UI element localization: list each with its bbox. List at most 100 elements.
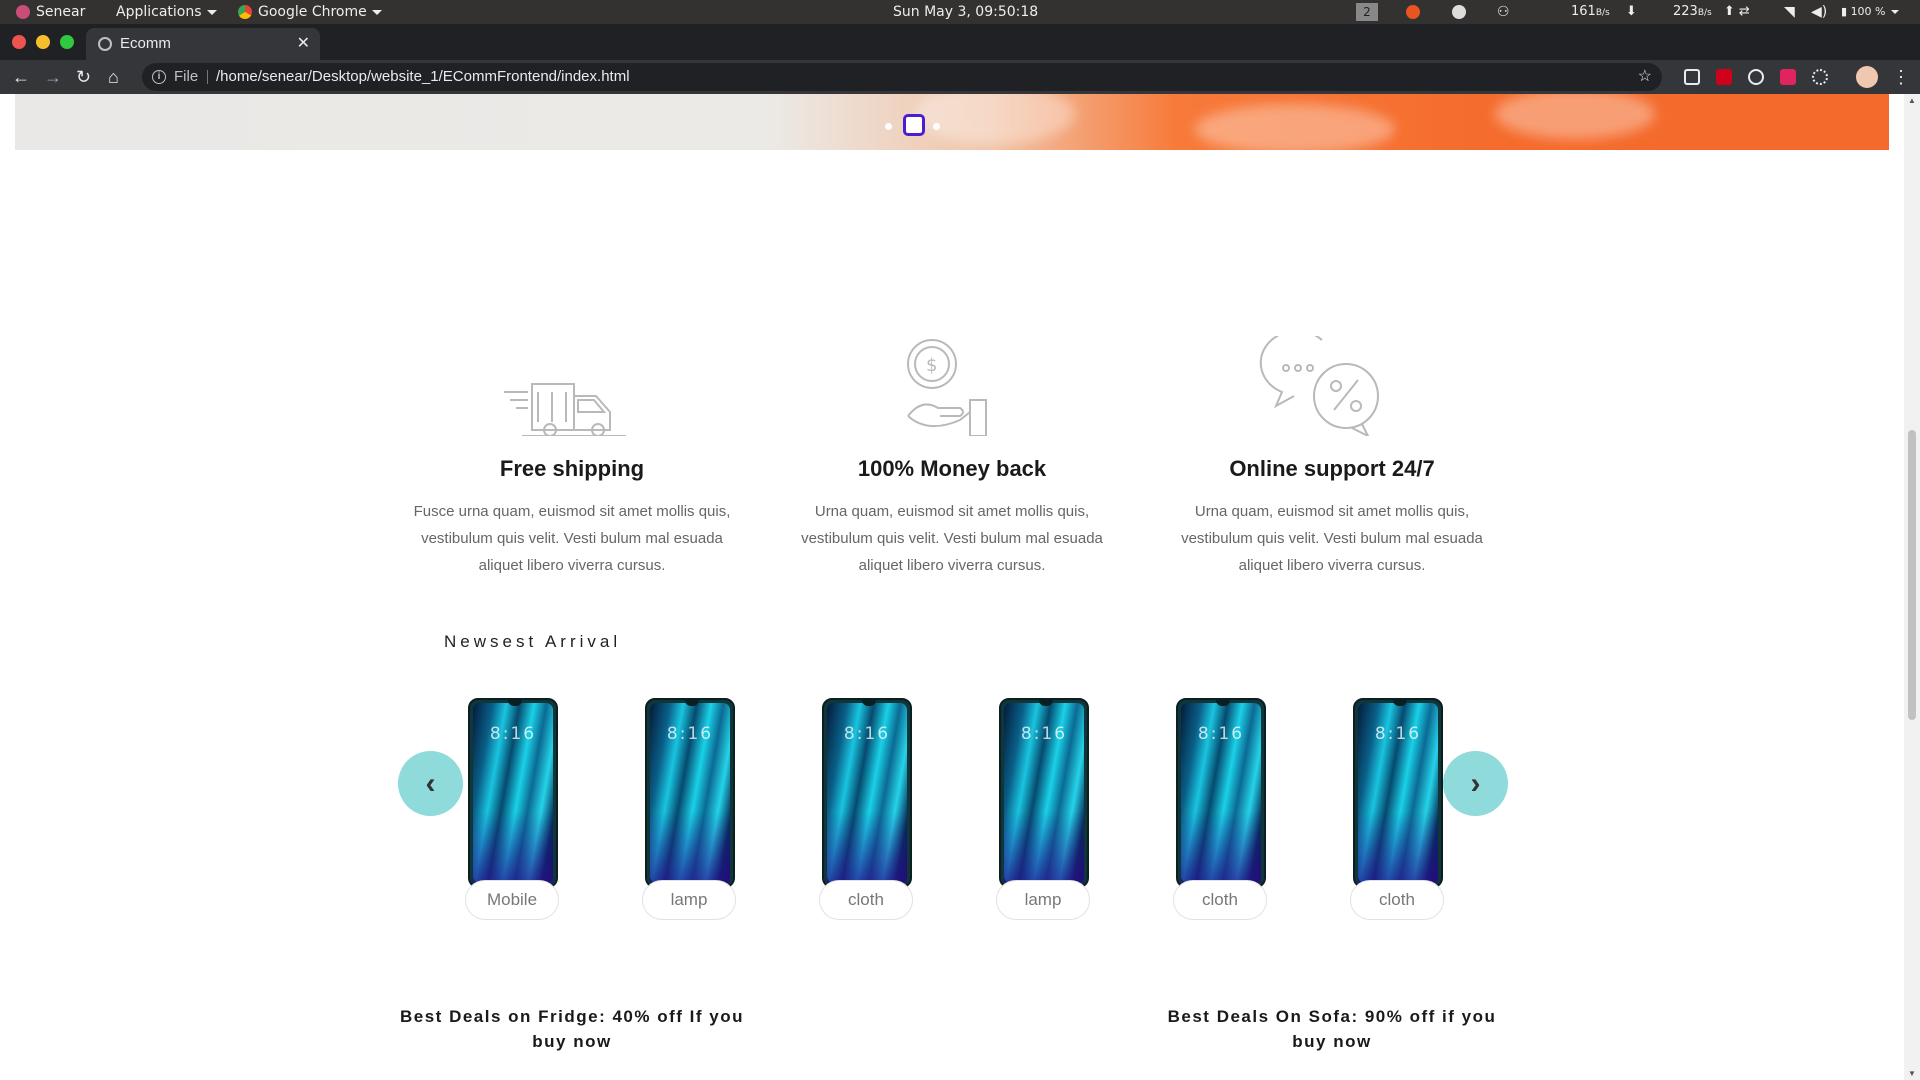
info-icon[interactable]: i — [152, 70, 166, 84]
feature-description: Urna quam, euismod sit amet mollis quis,… — [1181, 503, 1483, 574]
reload-button[interactable]: ↻ — [76, 60, 91, 94]
active-app-label: Google Chrome — [258, 4, 367, 20]
volume-icon[interactable]: ◀) — [1811, 0, 1827, 24]
hero-slider — [15, 94, 1889, 150]
product-image[interactable]: 8:16 — [999, 698, 1089, 888]
battery-indicator[interactable]: ▮ 100 % — [1841, 0, 1899, 24]
battery-level: 100 % — [1850, 5, 1886, 18]
network-transfer-icon: ⇄ — [1738, 4, 1750, 19]
close-window-button[interactable] — [12, 35, 26, 49]
page-scrollbar[interactable]: ▲ ▼ — [1904, 94, 1920, 1080]
tab-close-button[interactable]: ✕ — [297, 28, 310, 60]
workspace-indicator[interactable]: 2 — [1356, 3, 1378, 21]
hero-highlight — [1195, 104, 1395, 150]
caret-down-icon — [371, 9, 382, 15]
product-category-button[interactable]: cloth — [1350, 880, 1444, 920]
applications-menu[interactable]: Applications — [116, 0, 217, 24]
tab-title: Ecomm — [120, 35, 171, 52]
scroll-up-icon[interactable]: ▲ — [1908, 96, 1916, 105]
truck-icon — [504, 383, 626, 436]
profile-avatar[interactable] — [1856, 66, 1878, 88]
product-category-button[interactable]: Mobile — [465, 880, 559, 920]
extension-glasses-icon[interactable] — [1684, 69, 1700, 85]
address-bar[interactable]: i File /home/senear/Desktop/website_1/EC… — [142, 63, 1662, 91]
money-back-icon: $ — [907, 339, 987, 436]
phone-clock: 8:16 — [843, 724, 891, 744]
net-down-unit: B/s — [1595, 8, 1610, 18]
slider-dot-active[interactable] — [903, 114, 925, 136]
scrollbar-thumb[interactable] — [1908, 430, 1916, 720]
url-text[interactable]: /home/senear/Desktop/website_1/ECommFron… — [216, 63, 630, 91]
chat-support-icon — [1259, 336, 1379, 436]
clock[interactable]: Sun May 3, 09:50:18 — [893, 0, 1038, 24]
carousel-prev-button[interactable]: ‹ — [398, 751, 463, 816]
feature-description: Fusce urna quam, euismod sit amet mollis… — [413, 503, 731, 574]
adblock-icon[interactable] — [1716, 69, 1732, 85]
net-down-speed: 161B/s ⬇ — [1571, 0, 1637, 24]
scroll-down-icon[interactable]: ▼ — [1908, 1069, 1916, 1078]
deal-banner-fridge[interactable]: Best Deals on Fridge: 40% off If you buy… — [392, 1004, 752, 1054]
net-down-value: 161 — [1571, 4, 1596, 19]
chrome-menu-icon[interactable]: ⋮ — [1892, 60, 1910, 94]
chevron-right-icon: › — [1470, 767, 1481, 800]
slider-dot[interactable] — [885, 123, 892, 130]
browser-toolbar: ← → ↻ ⌂ i File /home/senear/Desktop/webs… — [0, 60, 1920, 94]
globe-icon — [98, 37, 112, 51]
minimize-window-button[interactable] — [36, 35, 50, 49]
update-icon[interactable] — [1406, 0, 1420, 24]
tab-ecomm[interactable]: Ecomm ✕ — [86, 28, 320, 60]
net-up-unit: B/s — [1697, 8, 1712, 18]
section-title-newest-arrival: Newsest Arrival — [444, 632, 622, 651]
maximize-window-button[interactable] — [60, 35, 74, 49]
forward-button[interactable]: → — [44, 60, 62, 94]
product-image[interactable]: 8:16 — [1176, 698, 1266, 888]
svg-text:$: $ — [926, 355, 937, 376]
scheme-label: File — [174, 68, 199, 85]
extension-gear-icon[interactable] — [1812, 69, 1828, 85]
feature-description: Urna quam, euismod sit amet mollis quis,… — [801, 503, 1103, 574]
product-image[interactable]: 8:16 — [645, 698, 735, 888]
product-category-button[interactable]: lamp — [642, 880, 736, 920]
hero-highlight — [915, 94, 1075, 144]
product-category-button[interactable]: lamp — [996, 880, 1090, 920]
phone-clock: 8:16 — [666, 724, 714, 744]
hero-highlight — [1495, 94, 1655, 139]
wifi-icon[interactable]: ◥ — [1784, 0, 1795, 24]
separator — [207, 70, 208, 84]
system-top-bar: Senear Applications Google Chrome Sun Ma… — [0, 0, 1920, 24]
back-button[interactable]: ← — [12, 60, 30, 94]
feature-title: 100% Money back — [857, 456, 1047, 481]
user-menu[interactable]: Senear — [16, 0, 85, 24]
people-icon[interactable]: ⚇ — [1497, 0, 1510, 24]
feature-title: Online support 24/7 — [1229, 456, 1435, 481]
carousel-next-button[interactable]: › — [1443, 751, 1508, 816]
product-image[interactable]: 8:16 — [468, 698, 558, 888]
active-app-menu[interactable]: Google Chrome — [238, 0, 382, 24]
phone-clock: 8:16 — [1374, 724, 1422, 744]
extension-globe-icon[interactable] — [1748, 69, 1764, 85]
chevron-left-icon: ‹ — [425, 767, 436, 800]
net-up-value: 223 — [1673, 4, 1698, 19]
applications-label: Applications — [116, 4, 202, 20]
bookmark-star-icon[interactable]: ☆ — [1638, 63, 1652, 91]
user-icon — [16, 5, 30, 19]
product-image[interactable]: 8:16 — [1353, 698, 1443, 888]
page-viewport: Free shipping Fusce urna quam, euismod s… — [0, 94, 1904, 1080]
arrow-up-icon: ⬆ — [1723, 4, 1735, 19]
net-up-speed: 223B/s ⬆ ⇄ — [1673, 0, 1750, 24]
tab-strip: Ecomm ✕ + — [0, 24, 1920, 78]
product-image[interactable]: 8:16 — [822, 698, 912, 888]
extension-red-icon[interactable] — [1780, 69, 1796, 85]
home-button[interactable]: ⌂ — [108, 60, 119, 94]
battery-icon: ▮ — [1841, 5, 1848, 18]
deal-banner-sofa[interactable]: Best Deals On Sofa: 90% off if you buy n… — [1152, 1004, 1512, 1054]
phone-clock: 8:16 — [489, 724, 537, 744]
accessibility-icon[interactable] — [1452, 0, 1466, 24]
product-category-button[interactable]: cloth — [819, 880, 913, 920]
user-name: Senear — [36, 4, 86, 20]
chrome-icon — [238, 5, 252, 19]
caret-down-icon — [206, 9, 217, 15]
phone-clock: 8:16 — [1020, 724, 1068, 744]
product-category-button[interactable]: cloth — [1173, 880, 1267, 920]
slider-dot[interactable] — [933, 123, 940, 130]
